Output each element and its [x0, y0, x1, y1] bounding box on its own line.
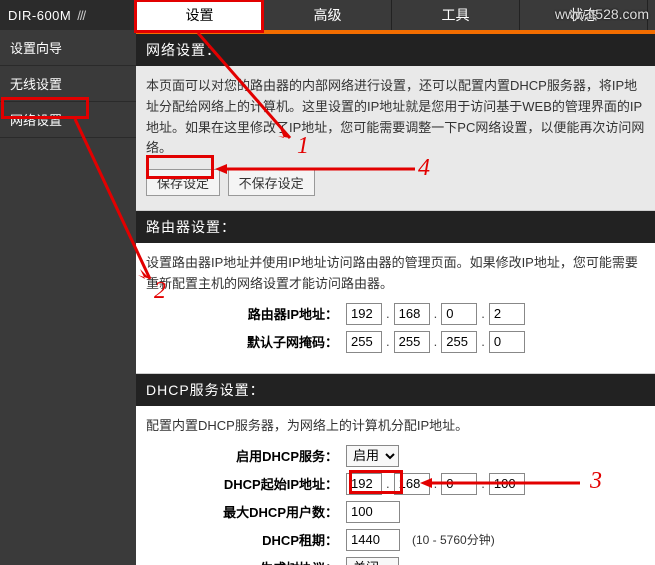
network-desc: 本页面可以对您的路由器的内部网络进行设置，还可以配置内置DHCP服务器，将IP地… [146, 76, 645, 159]
no-save-button[interactable]: 不保存设定 [228, 169, 315, 196]
tab-status[interactable]: 状态 [520, 0, 648, 30]
dhcp-start-octet-1[interactable] [346, 473, 382, 495]
sidebar-item-network[interactable]: 网络设置 [0, 102, 136, 138]
nav-tabs: 设置 高级 工具 状态 [136, 0, 655, 30]
dot-sep: . [434, 306, 438, 321]
tab-label: 工具 [442, 7, 470, 23]
router-ip-octet-1[interactable] [346, 303, 382, 325]
sidebar: 设置向导 无线设置 网络设置 [0, 30, 136, 565]
section-header-router: 路由器设置： [136, 211, 655, 243]
dot-sep: . [386, 334, 390, 349]
brand-label: DIR-600M /// [0, 0, 136, 30]
tab-label: 状态 [570, 7, 598, 23]
dhcp-start-octet-4[interactable] [489, 473, 525, 495]
dhcp-lease-label: DHCP租期： [146, 530, 346, 549]
router-ip-label: 路由器IP地址： [146, 304, 346, 323]
subnet-mask-label: 默认子网掩码： [146, 332, 346, 351]
tab-tools[interactable]: 工具 [392, 0, 520, 30]
dot-sep: . [434, 476, 438, 491]
tab-label: 设置 [186, 7, 214, 23]
section-body-router: 设置路由器IP地址并使用IP地址访问路由器的管理页面。如果修改IP地址，您可能需… [136, 243, 655, 374]
router-ip-octet-3[interactable] [441, 303, 477, 325]
tab-setup[interactable]: 设置 [136, 0, 264, 30]
section-body-network: 本页面可以对您的路由器的内部网络进行设置，还可以配置内置DHCP服务器，将IP地… [136, 66, 655, 211]
dhcp-max-label: 最大DHCP用户数： [146, 502, 346, 521]
tab-label: 高级 [314, 7, 342, 23]
dhcp-lease-hint: (10 - 5760分钟) [412, 531, 495, 548]
dhcp-enable-label: 启用DHCP服务： [146, 446, 346, 465]
sidebar-item-wizard[interactable]: 设置向导 [0, 30, 136, 66]
dhcp-enable-select[interactable]: 启用 [346, 445, 399, 467]
mask-octet-4[interactable] [489, 331, 525, 353]
section-header-dhcp: DHCP服务设置： [136, 374, 655, 406]
dhcp-lease-input[interactable] [346, 529, 400, 551]
mask-octet-3[interactable] [441, 331, 477, 353]
sidebar-item-label: 网络设置 [10, 113, 62, 128]
sidebar-item-wireless[interactable]: 无线设置 [0, 66, 136, 102]
router-ip-octet-2[interactable] [394, 303, 430, 325]
dhcp-max-input[interactable] [346, 501, 400, 523]
stp-select[interactable]: 关闭 [346, 557, 399, 565]
dhcp-start-label: DHCP起始IP地址： [146, 474, 346, 493]
save-button[interactable]: 保存设定 [146, 169, 220, 196]
mask-octet-2[interactable] [394, 331, 430, 353]
brand-slashes: /// [77, 8, 85, 23]
tab-advanced[interactable]: 高级 [264, 0, 392, 30]
dot-sep: . [481, 476, 485, 491]
dhcp-desc: 配置内置DHCP服务器，为网络上的计算机分配IP地址。 [146, 416, 645, 437]
dot-sep: . [434, 334, 438, 349]
section-body-dhcp: 配置内置DHCP服务器，为网络上的计算机分配IP地址。 启用DHCP服务： 启用… [136, 406, 655, 565]
dhcp-start-octet-2[interactable] [394, 473, 430, 495]
mask-octet-1[interactable] [346, 331, 382, 353]
dot-sep: . [481, 306, 485, 321]
sidebar-item-label: 设置向导 [10, 41, 62, 56]
button-label: 不保存设定 [239, 176, 304, 191]
sidebar-item-label: 无线设置 [10, 77, 62, 92]
dot-sep: . [481, 334, 485, 349]
button-label: 保存设定 [157, 176, 209, 191]
router-desc: 设置路由器IP地址并使用IP地址访问路由器的管理页面。如果修改IP地址，您可能需… [146, 253, 645, 295]
stp-label: 生成树协议： [146, 558, 346, 565]
content: 网络设置： 本页面可以对您的路由器的内部网络进行设置，还可以配置内置DHCP服务… [136, 30, 655, 565]
top-bar: DIR-600M /// 设置 高级 工具 状态 [0, 0, 655, 30]
dhcp-start-octet-3[interactable] [441, 473, 477, 495]
brand-text: DIR-600M [8, 8, 71, 23]
dot-sep: . [386, 306, 390, 321]
section-header-network: 网络设置： [136, 30, 655, 66]
router-ip-octet-4[interactable] [489, 303, 525, 325]
dot-sep: . [386, 476, 390, 491]
